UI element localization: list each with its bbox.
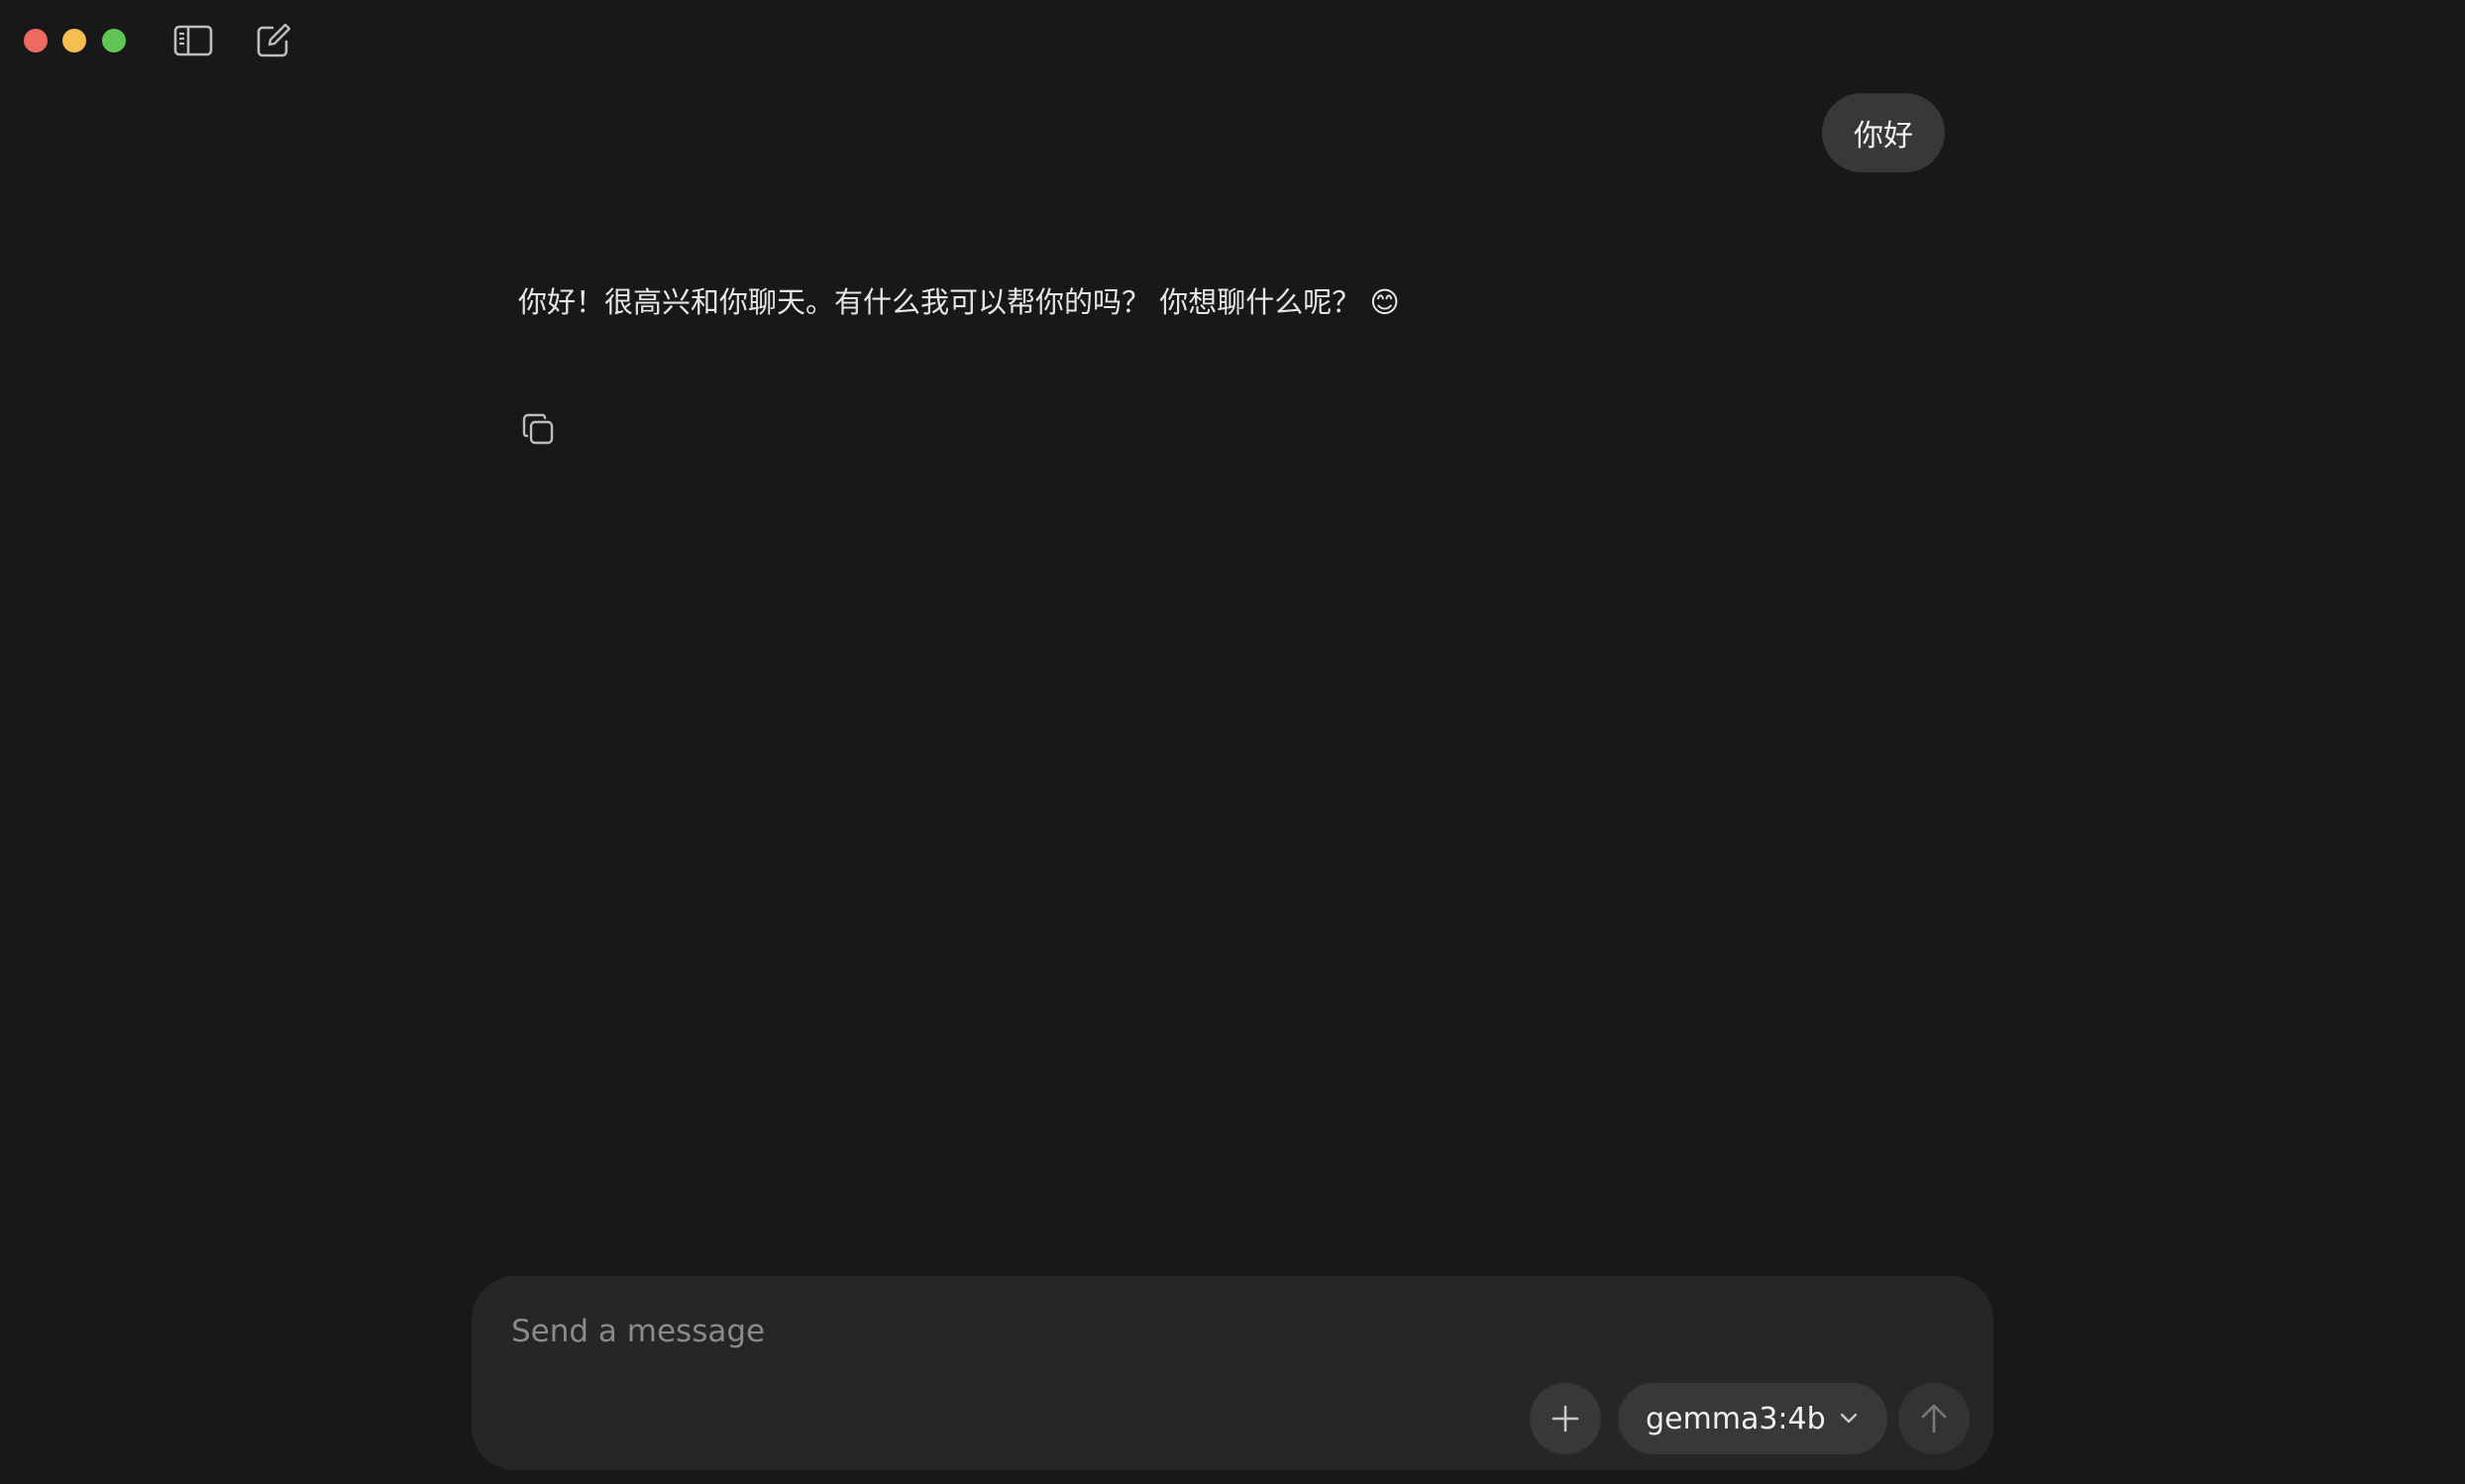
sidebar-toggle-icon (173, 25, 213, 56)
plus-icon (1552, 1405, 1579, 1432)
chevron-down-icon (1840, 1413, 1857, 1424)
model-name: gemma3:4b (1646, 1401, 1826, 1436)
window-maximize-button[interactable] (102, 29, 126, 53)
message-composer: gemma3:4b (472, 1276, 1993, 1470)
assistant-message-text: 你好！很高兴和你聊天。有什么我可以帮你的吗？ 你想聊什么呢？ 😊 (518, 285, 1400, 319)
copy-message-button[interactable] (519, 410, 559, 450)
window-close-button[interactable] (24, 29, 48, 53)
user-message-text: 你好 (1854, 119, 1913, 154)
model-selector[interactable]: gemma3:4b (1618, 1383, 1887, 1454)
new-chat-icon (257, 23, 291, 57)
chat-app-window: 你好 你好！很高兴和你聊天。有什么我可以帮你的吗？ 你想聊什么呢？ 😊 gemm… (0, 0, 2465, 1484)
message-input[interactable] (509, 1306, 1900, 1357)
sidebar-toggle-button[interactable] (173, 22, 213, 59)
window-minimize-button[interactable] (62, 29, 86, 53)
attach-button[interactable] (1530, 1383, 1601, 1454)
send-button[interactable] (1898, 1383, 1970, 1454)
new-chat-button[interactable] (254, 22, 293, 59)
user-message-bubble: 你好 (1822, 93, 1945, 172)
copy-icon (522, 413, 554, 445)
arrow-up-icon (1921, 1404, 1947, 1433)
